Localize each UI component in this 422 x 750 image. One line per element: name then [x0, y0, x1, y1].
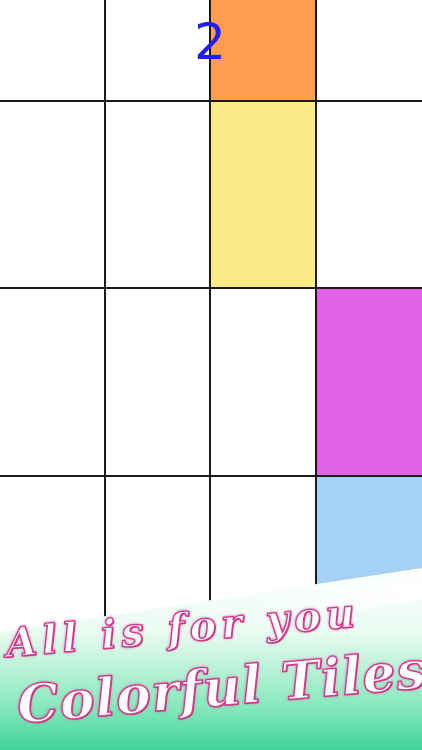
- promo-banner: All is for you Colorful Tiles: [0, 0, 422, 750]
